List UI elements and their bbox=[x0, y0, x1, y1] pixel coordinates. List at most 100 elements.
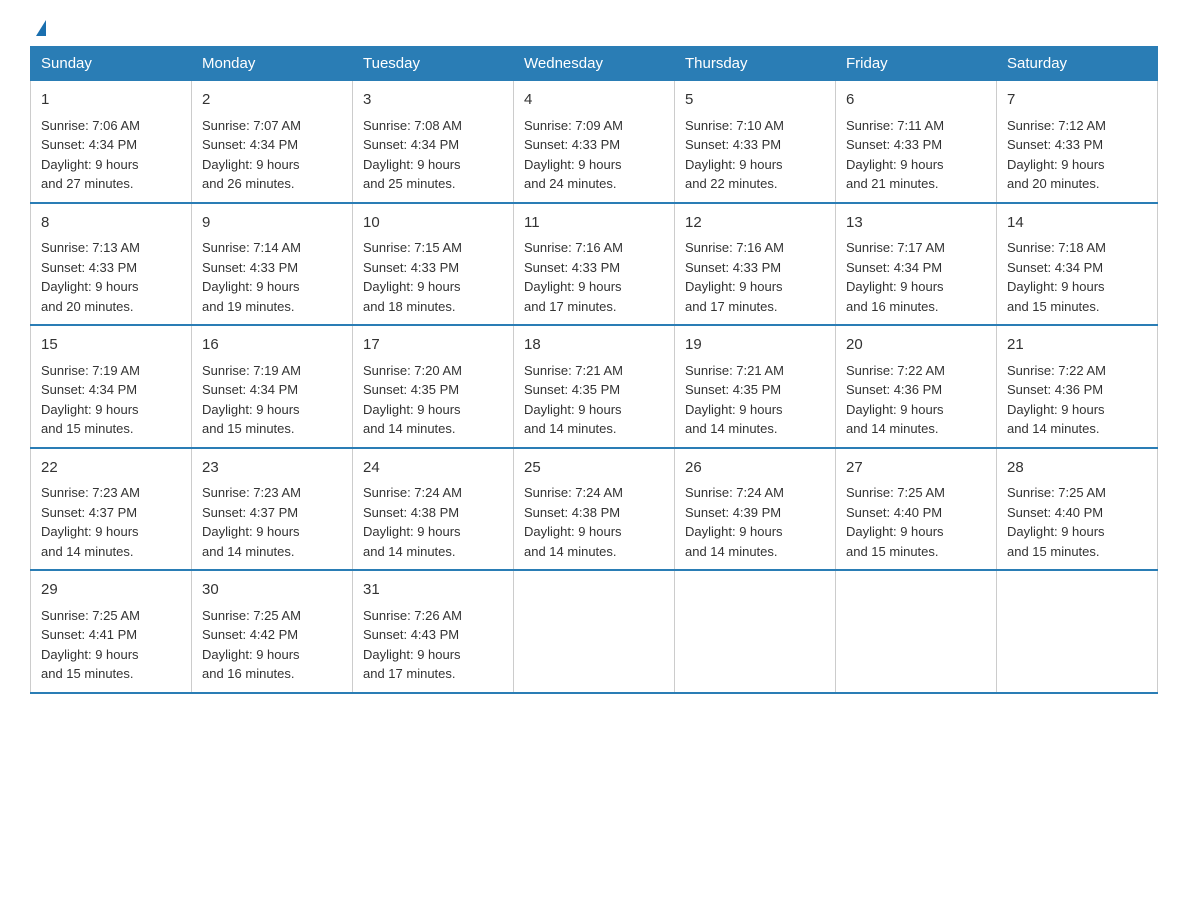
day-number: 5 bbox=[685, 89, 825, 112]
daylight-label: Daylight: 9 hours bbox=[1007, 157, 1105, 172]
sunset-label: Sunset: 4:33 PM bbox=[685, 260, 781, 275]
daylight-detail: and 15 minutes. bbox=[846, 544, 939, 559]
calendar-day-5: 5 Sunrise: 7:10 AM Sunset: 4:33 PM Dayli… bbox=[675, 81, 836, 203]
daylight-detail: and 21 minutes. bbox=[846, 176, 939, 191]
daylight-label: Daylight: 9 hours bbox=[846, 157, 944, 172]
calendar-day-18: 18 Sunrise: 7:21 AM Sunset: 4:35 PM Dayl… bbox=[514, 325, 675, 448]
daylight-label: Daylight: 9 hours bbox=[363, 402, 461, 417]
daylight-detail: and 14 minutes. bbox=[524, 544, 617, 559]
sunrise-label: Sunrise: 7:06 AM bbox=[41, 118, 140, 133]
daylight-detail: and 14 minutes. bbox=[41, 544, 134, 559]
daylight-detail: and 25 minutes. bbox=[363, 176, 456, 191]
logo-triangle-icon bbox=[36, 20, 46, 36]
sunset-label: Sunset: 4:33 PM bbox=[1007, 137, 1103, 152]
calendar-week-1: 1 Sunrise: 7:06 AM Sunset: 4:34 PM Dayli… bbox=[31, 81, 1158, 203]
day-number: 18 bbox=[524, 334, 664, 357]
sunset-label: Sunset: 4:34 PM bbox=[41, 137, 137, 152]
sunrise-label: Sunrise: 7:14 AM bbox=[202, 240, 301, 255]
calendar-day-25: 25 Sunrise: 7:24 AM Sunset: 4:38 PM Dayl… bbox=[514, 448, 675, 571]
day-header-saturday: Saturday bbox=[997, 47, 1158, 81]
calendar-day-31: 31 Sunrise: 7:26 AM Sunset: 4:43 PM Dayl… bbox=[353, 570, 514, 693]
sunset-label: Sunset: 4:33 PM bbox=[363, 260, 459, 275]
sunrise-label: Sunrise: 7:25 AM bbox=[1007, 485, 1106, 500]
calendar-day-3: 3 Sunrise: 7:08 AM Sunset: 4:34 PM Dayli… bbox=[353, 81, 514, 203]
day-number: 4 bbox=[524, 89, 664, 112]
day-number: 16 bbox=[202, 334, 342, 357]
empty-cell bbox=[514, 570, 675, 693]
daylight-label: Daylight: 9 hours bbox=[1007, 279, 1105, 294]
sunset-label: Sunset: 4:33 PM bbox=[846, 137, 942, 152]
calendar-day-24: 24 Sunrise: 7:24 AM Sunset: 4:38 PM Dayl… bbox=[353, 448, 514, 571]
day-number: 21 bbox=[1007, 334, 1147, 357]
day-header-friday: Friday bbox=[836, 47, 997, 81]
sunset-label: Sunset: 4:38 PM bbox=[524, 505, 620, 520]
sunrise-label: Sunrise: 7:19 AM bbox=[41, 363, 140, 378]
sunrise-label: Sunrise: 7:07 AM bbox=[202, 118, 301, 133]
sunset-label: Sunset: 4:41 PM bbox=[41, 627, 137, 642]
day-header-sunday: Sunday bbox=[31, 47, 192, 81]
day-number: 7 bbox=[1007, 89, 1147, 112]
calendar-day-23: 23 Sunrise: 7:23 AM Sunset: 4:37 PM Dayl… bbox=[192, 448, 353, 571]
sunset-label: Sunset: 4:33 PM bbox=[685, 137, 781, 152]
page-header bbox=[30, 20, 1158, 36]
sunset-label: Sunset: 4:33 PM bbox=[524, 137, 620, 152]
sunrise-label: Sunrise: 7:16 AM bbox=[685, 240, 784, 255]
calendar-day-7: 7 Sunrise: 7:12 AM Sunset: 4:33 PM Dayli… bbox=[997, 81, 1158, 203]
daylight-label: Daylight: 9 hours bbox=[685, 524, 783, 539]
sunset-label: Sunset: 4:34 PM bbox=[41, 382, 137, 397]
sunset-label: Sunset: 4:40 PM bbox=[1007, 505, 1103, 520]
calendar-day-4: 4 Sunrise: 7:09 AM Sunset: 4:33 PM Dayli… bbox=[514, 81, 675, 203]
daylight-detail: and 14 minutes. bbox=[524, 421, 617, 436]
sunrise-label: Sunrise: 7:15 AM bbox=[363, 240, 462, 255]
sunrise-label: Sunrise: 7:23 AM bbox=[41, 485, 140, 500]
daylight-label: Daylight: 9 hours bbox=[1007, 524, 1105, 539]
calendar-day-1: 1 Sunrise: 7:06 AM Sunset: 4:34 PM Dayli… bbox=[31, 81, 192, 203]
sunset-label: Sunset: 4:42 PM bbox=[202, 627, 298, 642]
daylight-label: Daylight: 9 hours bbox=[363, 647, 461, 662]
calendar-day-20: 20 Sunrise: 7:22 AM Sunset: 4:36 PM Dayl… bbox=[836, 325, 997, 448]
sunrise-label: Sunrise: 7:20 AM bbox=[363, 363, 462, 378]
calendar-day-29: 29 Sunrise: 7:25 AM Sunset: 4:41 PM Dayl… bbox=[31, 570, 192, 693]
day-number: 25 bbox=[524, 457, 664, 480]
daylight-label: Daylight: 9 hours bbox=[202, 647, 300, 662]
logo-blue-text bbox=[30, 20, 46, 36]
calendar-day-12: 12 Sunrise: 7:16 AM Sunset: 4:33 PM Dayl… bbox=[675, 203, 836, 326]
empty-cell bbox=[675, 570, 836, 693]
sunset-label: Sunset: 4:37 PM bbox=[41, 505, 137, 520]
sunrise-label: Sunrise: 7:24 AM bbox=[363, 485, 462, 500]
daylight-detail: and 14 minutes. bbox=[202, 544, 295, 559]
calendar-day-19: 19 Sunrise: 7:21 AM Sunset: 4:35 PM Dayl… bbox=[675, 325, 836, 448]
sunrise-label: Sunrise: 7:22 AM bbox=[1007, 363, 1106, 378]
sunset-label: Sunset: 4:39 PM bbox=[685, 505, 781, 520]
sunset-label: Sunset: 4:34 PM bbox=[202, 382, 298, 397]
calendar-table: SundayMondayTuesdayWednesdayThursdayFrid… bbox=[30, 46, 1158, 694]
calendar-day-15: 15 Sunrise: 7:19 AM Sunset: 4:34 PM Dayl… bbox=[31, 325, 192, 448]
daylight-detail: and 15 minutes. bbox=[1007, 544, 1100, 559]
day-number: 17 bbox=[363, 334, 503, 357]
daylight-label: Daylight: 9 hours bbox=[202, 279, 300, 294]
sunrise-label: Sunrise: 7:17 AM bbox=[846, 240, 945, 255]
daylight-detail: and 19 minutes. bbox=[202, 299, 295, 314]
day-number: 10 bbox=[363, 212, 503, 235]
sunset-label: Sunset: 4:43 PM bbox=[363, 627, 459, 642]
sunset-label: Sunset: 4:40 PM bbox=[846, 505, 942, 520]
daylight-label: Daylight: 9 hours bbox=[846, 279, 944, 294]
calendar-day-28: 28 Sunrise: 7:25 AM Sunset: 4:40 PM Dayl… bbox=[997, 448, 1158, 571]
day-number: 22 bbox=[41, 457, 181, 480]
daylight-label: Daylight: 9 hours bbox=[202, 157, 300, 172]
sunset-label: Sunset: 4:38 PM bbox=[363, 505, 459, 520]
daylight-detail: and 20 minutes. bbox=[41, 299, 134, 314]
sunrise-label: Sunrise: 7:10 AM bbox=[685, 118, 784, 133]
day-number: 9 bbox=[202, 212, 342, 235]
daylight-label: Daylight: 9 hours bbox=[41, 524, 139, 539]
daylight-detail: and 22 minutes. bbox=[685, 176, 778, 191]
day-number: 31 bbox=[363, 579, 503, 602]
sunrise-label: Sunrise: 7:08 AM bbox=[363, 118, 462, 133]
day-number: 20 bbox=[846, 334, 986, 357]
daylight-detail: and 14 minutes. bbox=[1007, 421, 1100, 436]
daylight-label: Daylight: 9 hours bbox=[685, 402, 783, 417]
day-number: 14 bbox=[1007, 212, 1147, 235]
daylight-detail: and 14 minutes. bbox=[685, 544, 778, 559]
sunrise-label: Sunrise: 7:21 AM bbox=[524, 363, 623, 378]
day-header-wednesday: Wednesday bbox=[514, 47, 675, 81]
